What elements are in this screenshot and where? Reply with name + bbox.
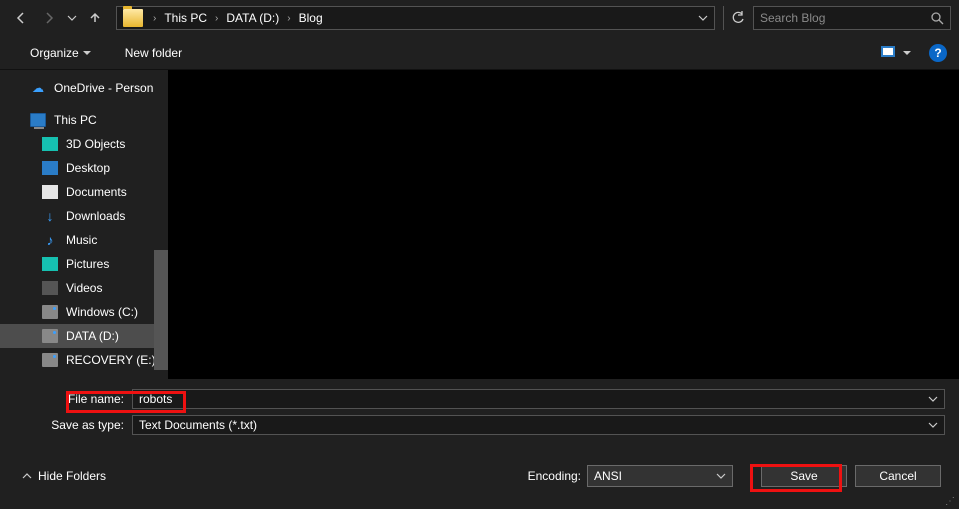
save-type-select[interactable]: Text Documents (*.txt) <box>132 415 945 435</box>
save-type-label: Save as type: <box>14 418 132 432</box>
address-bar[interactable]: › This PC › DATA (D:) › Blog <box>116 6 715 30</box>
tree-3dobjects[interactable]: 3D Objects <box>0 132 160 156</box>
tree-thispc[interactable]: This PC <box>0 108 160 132</box>
back-button[interactable] <box>8 5 34 31</box>
toolbar: Organize New folder ? <box>0 36 959 70</box>
search-placeholder: Search Blog <box>760 11 931 25</box>
pc-icon <box>30 113 46 127</box>
cancel-button[interactable]: Cancel <box>855 465 941 487</box>
chevron-down-icon[interactable] <box>698 13 708 23</box>
file-name-label: File name: <box>14 392 132 406</box>
view-options-button[interactable] <box>873 42 919 64</box>
caret-down-icon <box>83 49 91 57</box>
encoding-label: Encoding: <box>528 469 581 483</box>
splitter[interactable] <box>160 70 168 379</box>
music-icon: ♪ <box>42 233 58 247</box>
breadcrumb-blog[interactable]: Blog <box>295 9 327 27</box>
chevron-down-icon[interactable] <box>928 420 938 430</box>
tree-music[interactable]: ♪ Music <box>0 228 160 252</box>
desktop-icon <box>42 161 58 175</box>
folder-icon <box>123 9 143 27</box>
up-button[interactable] <box>82 5 108 31</box>
new-folder-button[interactable]: New folder <box>117 42 190 64</box>
recent-locations-button[interactable] <box>64 5 80 31</box>
help-button[interactable]: ? <box>929 44 947 62</box>
save-fields: File name: robots Save as type: Text Doc… <box>0 379 959 443</box>
main-area: ☁ OneDrive - Person This PC 3D Objects D… <box>0 70 959 379</box>
organize-button[interactable]: Organize <box>22 42 99 64</box>
tree-windows-c[interactable]: Windows (C:) <box>0 300 160 324</box>
chevron-down-icon[interactable] <box>928 394 938 404</box>
picture-icon <box>42 257 58 271</box>
encoding-select[interactable]: ANSI <box>587 465 733 487</box>
tree-desktop[interactable]: Desktop <box>0 156 160 180</box>
tree-onedrive[interactable]: ☁ OneDrive - Person <box>0 76 160 100</box>
file-list-pane[interactable] <box>168 70 959 379</box>
tree-downloads[interactable]: ↓ Downloads <box>0 204 160 228</box>
resize-grip[interactable]: ⋰ <box>945 499 955 505</box>
nav-bar: › This PC › DATA (D:) › Blog Search Blog <box>0 0 959 36</box>
footer: Hide Folders Encoding: ANSI Save Cancel <box>0 443 959 497</box>
chevron-up-icon <box>22 471 32 481</box>
search-input[interactable]: Search Blog <box>753 6 951 30</box>
chevron-down-icon <box>716 471 726 481</box>
cube-icon <box>42 137 58 151</box>
download-icon: ↓ <box>42 209 58 223</box>
tree-videos[interactable]: Videos <box>0 276 160 300</box>
save-button[interactable]: Save <box>761 465 847 487</box>
tree-data-d[interactable]: DATA (D:) <box>0 324 160 348</box>
folder-tree[interactable]: ☁ OneDrive - Person This PC 3D Objects D… <box>0 70 160 379</box>
hide-folders-button[interactable]: Hide Folders <box>22 469 106 483</box>
chevron-right-icon: › <box>153 13 156 24</box>
drive-icon <box>42 305 58 319</box>
chevron-right-icon: › <box>287 13 290 24</box>
breadcrumb-data-d[interactable]: DATA (D:) <box>222 9 283 27</box>
forward-button[interactable] <box>36 5 62 31</box>
refresh-button[interactable] <box>723 6 751 30</box>
cloud-icon: ☁ <box>30 81 46 95</box>
view-icon <box>881 46 899 60</box>
tree-documents[interactable]: Documents <box>0 180 160 204</box>
video-icon <box>42 281 58 295</box>
breadcrumb-thispc[interactable]: This PC <box>160 9 211 27</box>
document-icon <box>42 185 58 199</box>
caret-down-icon <box>903 49 911 57</box>
drive-icon <box>42 329 58 343</box>
drive-icon <box>42 353 58 367</box>
search-icon <box>931 12 944 25</box>
tree-recovery-e[interactable]: RECOVERY (E:) <box>0 348 160 372</box>
chevron-right-icon: › <box>215 13 218 24</box>
tree-pictures[interactable]: Pictures <box>0 252 160 276</box>
tree-scrollbar[interactable] <box>154 250 168 370</box>
file-name-input[interactable]: robots <box>132 389 945 409</box>
